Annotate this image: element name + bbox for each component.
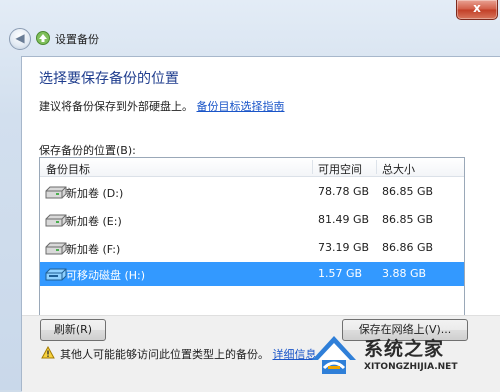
table-row[interactable]: 新加卷 (F:) 73.19 GB 86.86 GB: [40, 236, 464, 260]
intro-label: 建议将备份保存到外部硬盘上。: [39, 100, 193, 113]
row-total-size: 86.85 GB: [382, 213, 434, 226]
warning-icon: [41, 346, 55, 359]
page-title: 选择要保存备份的位置: [39, 71, 179, 87]
hard-drive-icon: [45, 186, 67, 199]
back-button[interactable]: ◀: [9, 28, 31, 50]
intro-text: 建议将备份保存到外部硬盘上。 备份目标选择指南: [39, 98, 285, 114]
table-row-selected[interactable]: 可移动磁盘 (H:) 1.57 GB 3.88 GB: [40, 262, 464, 286]
row-free-space: 81.49 GB: [318, 213, 370, 226]
backup-destination-list[interactable]: 备份目标 可用空间 总大小 新加卷 (D:) 78.78 GB 86.85 GB: [39, 157, 465, 317]
row-total-size: 86.86 GB: [382, 241, 434, 254]
watermark-title: 系统之家: [364, 338, 445, 360]
row-name: 新加卷 (F:): [66, 243, 121, 256]
list-header: 备份目标 可用空间 总大小: [40, 158, 464, 177]
row-free-space: 78.78 GB: [318, 185, 370, 198]
list-label: 保存备份的位置(B):: [39, 144, 136, 157]
close-button[interactable]: x: [456, 0, 498, 20]
row-total-size: 3.88 GB: [382, 267, 427, 280]
row-free-space: 1.57 GB: [318, 267, 363, 280]
window-title: 设置备份: [55, 33, 99, 46]
row-name: 可移动磁盘 (H:): [66, 269, 146, 282]
hard-drive-icon: [45, 242, 67, 255]
row-name: 新加卷 (E:): [66, 215, 122, 228]
column-header-free-space[interactable]: 可用空间: [318, 161, 362, 177]
guide-link[interactable]: 备份目标选择指南: [197, 100, 285, 113]
refresh-button[interactable]: 刷新(R): [40, 319, 106, 341]
warning-label: 其他人可能能够访问此位置类型上的备份。: [60, 348, 269, 361]
row-name: 新加卷 (D:): [66, 187, 124, 200]
table-row[interactable]: 新加卷 (D:) 78.78 GB 86.85 GB: [40, 180, 464, 204]
column-header-target[interactable]: 备份目标: [46, 161, 90, 177]
backup-icon: [36, 31, 50, 45]
row-total-size: 86.85 GB: [382, 185, 434, 198]
watermark: 系统之家 XITONGZHIJIA.NET: [306, 328, 496, 388]
removable-drive-icon: [45, 268, 67, 281]
column-header-total-size[interactable]: 总大小: [382, 161, 415, 177]
watermark-url: XITONGZHIJIA.NET: [364, 362, 458, 372]
column-divider[interactable]: [312, 160, 313, 174]
table-row[interactable]: 新加卷 (E:) 81.49 GB 86.85 GB: [40, 208, 464, 232]
hard-drive-icon: [45, 214, 67, 227]
row-free-space: 73.19 GB: [318, 241, 370, 254]
warning-message: 其他人可能能够访问此位置类型上的备份。 详细信息: [60, 346, 317, 362]
column-divider[interactable]: [376, 160, 377, 174]
site-logo-icon: [312, 336, 356, 374]
back-arrow-icon: ◀: [15, 31, 25, 45]
